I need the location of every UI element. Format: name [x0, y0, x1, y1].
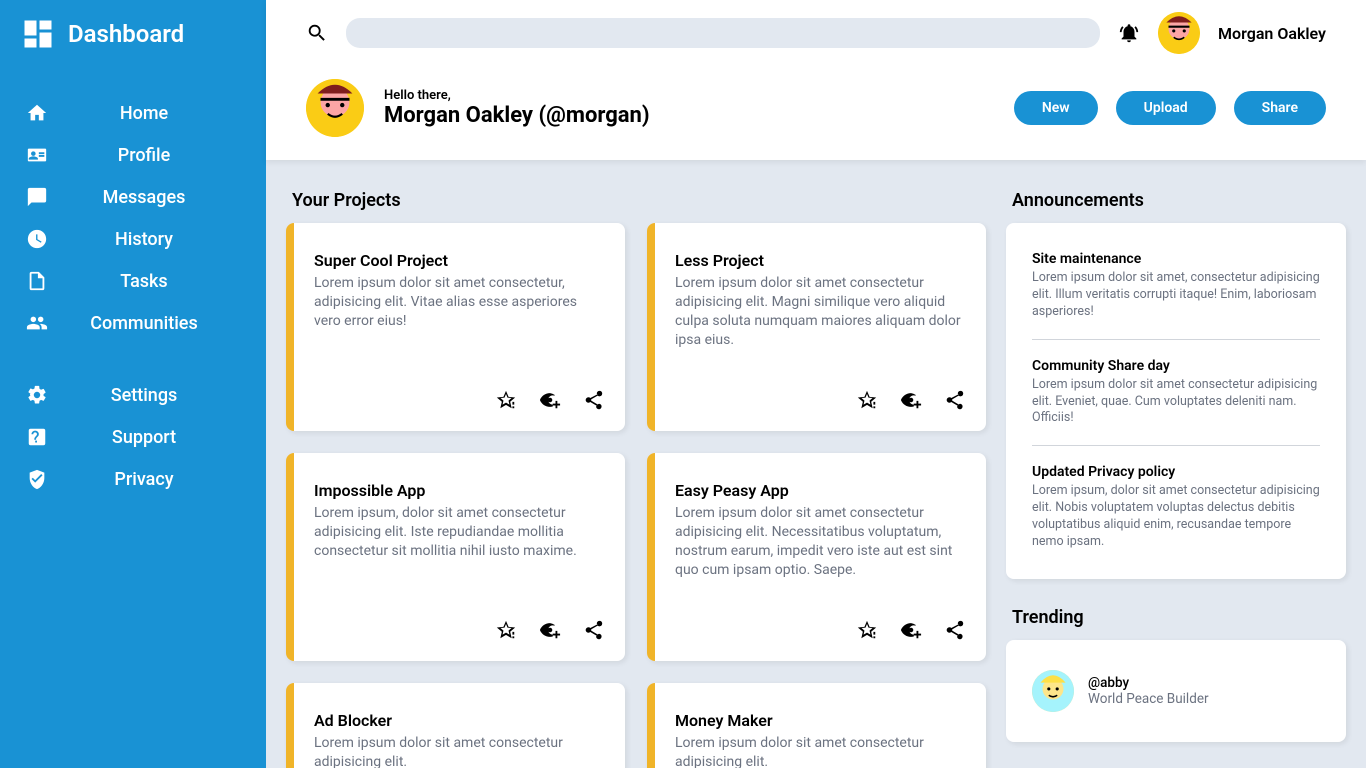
- sidebar: Dashboard Home Profile Messages History Task…: [0, 0, 266, 768]
- sidebar-item-label: Support: [42, 427, 246, 448]
- announcement-text: Lorem ipsum, dolor sit amet consectetur …: [1032, 483, 1320, 551]
- watch-icon[interactable]: [539, 619, 561, 641]
- divider: [1032, 445, 1320, 446]
- divider: [1032, 339, 1320, 340]
- notifications-icon[interactable]: [1118, 22, 1140, 44]
- upload-button[interactable]: Upload: [1116, 91, 1216, 125]
- project-description: Lorem ipsum dolor sit amet consectetur, …: [314, 274, 605, 331]
- project-card[interactable]: Easy Peasy App Lorem ipsum dolor sit ame…: [647, 453, 986, 661]
- project-description: Lorem ipsum dolor sit amet consectetur a…: [675, 504, 966, 580]
- project-card[interactable]: Money Maker Lorem ipsum dolor sit amet c…: [647, 683, 986, 768]
- avatar-large: [306, 79, 364, 137]
- header-top-row: Morgan Oakley: [306, 12, 1326, 54]
- sidebar-item-privacy[interactable]: Privacy: [20, 458, 246, 500]
- announcement-title: Site maintenance: [1032, 251, 1320, 267]
- sidebar-item-history[interactable]: History: [20, 218, 246, 260]
- project-title: Super Cool Project: [314, 251, 605, 270]
- search-icon[interactable]: [306, 22, 328, 44]
- sidebar-item-label: Tasks: [42, 271, 246, 292]
- announcement-text: Lorem ipsum dolor sit amet, consectetur …: [1032, 270, 1320, 321]
- project-description: Lorem ipsum dolor sit amet consectetur a…: [675, 734, 966, 768]
- sidebar-item-label: Profile: [42, 145, 246, 166]
- sidebar-item-label: History: [42, 229, 246, 250]
- project-title: Easy Peasy App: [675, 481, 966, 500]
- projects-title: Your Projects: [292, 190, 986, 211]
- watch-icon[interactable]: [900, 389, 922, 411]
- project-title: Impossible App: [314, 481, 605, 500]
- sidebar-item-label: Messages: [42, 187, 246, 208]
- sidebar-item-communities[interactable]: Communities: [20, 302, 246, 344]
- star-icon[interactable]: [495, 619, 517, 641]
- avatar: [1032, 670, 1074, 712]
- project-title: Money Maker: [675, 711, 966, 730]
- header-username: Morgan Oakley: [1218, 24, 1326, 43]
- star-icon[interactable]: [495, 389, 517, 411]
- sidebar-item-tasks[interactable]: Tasks: [20, 260, 246, 302]
- new-button[interactable]: New: [1014, 91, 1098, 125]
- announcement-item[interactable]: Site maintenance Lorem ipsum dolor sit am…: [1032, 247, 1320, 325]
- sidebar-item-label: Home: [42, 103, 246, 124]
- project-title: Less Project: [675, 251, 966, 270]
- sidebar-item-label: Communities: [42, 313, 246, 334]
- greeting-small: Hello there,: [384, 88, 650, 103]
- announcement-title: Updated Privacy policy: [1032, 464, 1320, 480]
- header: Morgan Oakley Hello there, Morgan Oakley…: [266, 0, 1366, 160]
- watch-icon[interactable]: [900, 619, 922, 641]
- announcement-item[interactable]: Community Share day Lorem ipsum dolor sit…: [1032, 354, 1320, 432]
- star-icon[interactable]: [856, 619, 878, 641]
- greeting-big: Morgan Oakley (@morgan): [384, 103, 650, 128]
- trending-panel: @abbyWorld Peace Builder: [1006, 640, 1346, 742]
- project-card[interactable]: Impossible App Lorem ipsum, dolor sit am…: [286, 453, 625, 661]
- sidebar-item-label: Privacy: [42, 469, 246, 490]
- sidebar-item-label: Settings: [42, 385, 246, 406]
- dashboard-icon: [20, 16, 56, 52]
- announcement-text: Lorem ipsum dolor sit amet consectetur a…: [1032, 377, 1320, 428]
- avatar-small[interactable]: [1158, 12, 1200, 54]
- main-content: Your Projects Super Cool Project Lorem i…: [266, 160, 1366, 768]
- share-button[interactable]: Share: [1234, 91, 1326, 125]
- sidebar-item-messages[interactable]: Messages: [20, 176, 246, 218]
- greeting-block: Hello there, Morgan Oakley (@morgan): [384, 88, 650, 128]
- project-title: Ad Blocker: [314, 711, 605, 730]
- sidebar-logo[interactable]: Dashboard: [20, 16, 246, 52]
- announcement-title: Community Share day: [1032, 358, 1320, 374]
- header-bottom-row: Hello there, Morgan Oakley (@morgan) New…: [306, 70, 1326, 146]
- trending-item[interactable]: @abbyWorld Peace Builder: [1032, 664, 1320, 718]
- share-icon[interactable]: [583, 619, 605, 641]
- trending-tag: World Peace Builder: [1088, 691, 1209, 707]
- sidebar-item-profile[interactable]: Profile: [20, 134, 246, 176]
- announcement-item[interactable]: Updated Privacy policy Lorem ipsum, dolor…: [1032, 460, 1320, 555]
- sidebar-item-support[interactable]: Support: [20, 416, 246, 458]
- sidebar-item-home[interactable]: Home: [20, 92, 246, 134]
- project-card[interactable]: Super Cool Project Lorem ipsum dolor sit…: [286, 223, 625, 431]
- search-input[interactable]: [346, 18, 1100, 48]
- trending-title: Trending: [1012, 607, 1346, 628]
- announcements-panel: Site maintenance Lorem ipsum dolor sit am…: [1006, 223, 1346, 579]
- project-card[interactable]: Less Project Lorem ipsum dolor sit amet …: [647, 223, 986, 431]
- announcements-title: Announcements: [1012, 190, 1346, 211]
- watch-icon[interactable]: [539, 389, 561, 411]
- project-description: Lorem ipsum dolor sit amet consectetur a…: [314, 734, 605, 768]
- project-description: Lorem ipsum, dolor sit amet consectetur …: [314, 504, 605, 561]
- sidebar-item-settings[interactable]: Settings: [20, 374, 246, 416]
- share-icon[interactable]: [583, 389, 605, 411]
- share-icon[interactable]: [944, 389, 966, 411]
- project-card[interactable]: Ad Blocker Lorem ipsum dolor sit amet co…: [286, 683, 625, 768]
- app-title: Dashboard: [68, 20, 184, 48]
- project-description: Lorem ipsum dolor sit amet consectetur a…: [675, 274, 966, 350]
- trending-handle: @abby: [1088, 675, 1209, 691]
- star-icon[interactable]: [856, 389, 878, 411]
- share-icon[interactable]: [944, 619, 966, 641]
